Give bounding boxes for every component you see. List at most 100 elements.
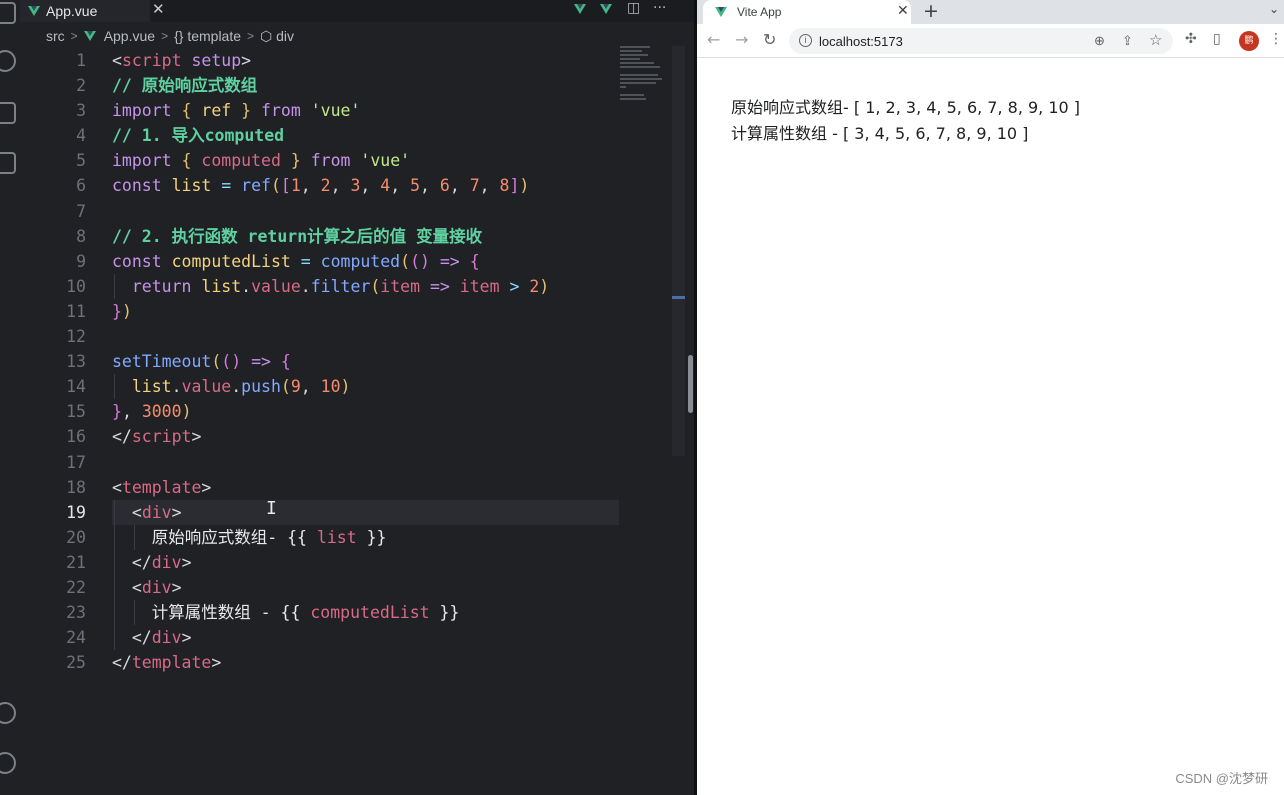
tab-search-chevron-icon[interactable]: ⌄ (1269, 2, 1279, 16)
search-icon[interactable] (0, 50, 16, 72)
zoom-icon[interactable]: ⊕ (1094, 33, 1105, 49)
code-text[interactable]: 原始响应式数组- {{ list }} (112, 525, 387, 550)
code-text[interactable]: </div> (112, 550, 192, 575)
split-editor-icon[interactable]: ◫ (627, 0, 640, 16)
code-line[interactable]: 18 <template> (30, 475, 630, 500)
code-line[interactable]: 1 <script setup> (30, 48, 630, 73)
extensions-puzzle-icon[interactable]: ✣ (1185, 31, 1197, 47)
breadcrumb-file[interactable]: App.vue (104, 28, 155, 44)
vue-preview-icon[interactable] (600, 4, 612, 14)
code-text[interactable]: // 1. 导入computed (112, 123, 284, 148)
code-line[interactable]: 2 // 原始响应式数组 (30, 73, 630, 98)
line-number: 20 (66, 527, 86, 547)
code-line[interactable]: 11}) (30, 299, 630, 324)
share-icon[interactable]: ⇪ (1122, 33, 1133, 49)
line-number: 21 (66, 552, 86, 572)
line-number: 5 (76, 151, 86, 171)
code-line[interactable]: 22 <div> (30, 574, 630, 601)
new-tab-button[interactable]: + (923, 0, 939, 22)
code-text[interactable]: }) (112, 299, 132, 324)
code-line[interactable]: 5 import { computed } from 'vue' (30, 148, 630, 173)
breadcrumb-template[interactable]: {} template (174, 28, 241, 44)
run-debug-icon[interactable] (0, 102, 16, 124)
code-line[interactable]: 8 // 2. 执行函数 return计算之后的值 变量接收 (30, 224, 630, 249)
code-text[interactable]: const list = ref([1, 2, 3, 4, 5, 6, 7, 8… (112, 173, 529, 198)
line-number: 15 (66, 402, 86, 422)
code-text[interactable]: 计算属性数组 - {{ computedList }} (112, 600, 460, 625)
code-text[interactable]: </template> (112, 650, 221, 675)
code-line[interactable]: 13 setTimeout(() => { (30, 349, 630, 374)
code-line[interactable]: 4 // 1. 导入computed (30, 123, 630, 148)
line-number: 9 (76, 251, 86, 271)
code-text[interactable]: setTimeout(() => { (112, 349, 291, 374)
back-icon[interactable]: ← (707, 30, 720, 49)
side-panel-icon[interactable]: ▯ (1213, 31, 1221, 47)
chevron-right-icon: > (247, 29, 255, 43)
line-number: 11 (66, 301, 86, 321)
watermark: CSDN @沈梦研 (1175, 771, 1268, 786)
code-line[interactable]: 23 计算属性数组 - {{ computedList }} (30, 600, 630, 626)
line-number: 3 (76, 101, 86, 121)
code-line[interactable]: 12 (30, 324, 630, 349)
code-line[interactable]: 7 (30, 199, 630, 224)
line-number: 19 (66, 502, 86, 522)
code-line[interactable]: 24 </div> (30, 625, 630, 651)
breadcrumb-src[interactable]: src (46, 28, 65, 44)
overview-ruler[interactable] (672, 46, 685, 456)
code-area[interactable]: 1 <script setup> 2 // 原始响应式数组 3 import { ref … (30, 48, 630, 675)
tab-label: App.vue (46, 3, 98, 19)
settings-gear-icon[interactable] (0, 752, 16, 774)
code-line[interactable]: 16 </script> (30, 424, 630, 449)
browser-menu-icon[interactable]: ⋮ (1269, 31, 1283, 47)
code-line[interactable]: 25 </template> (30, 650, 630, 675)
code-text[interactable]: <div> (112, 575, 182, 600)
code-line[interactable]: 19 <div> (30, 499, 630, 525)
code-text[interactable]: list.value.push(9, 10) (112, 374, 351, 399)
browser-tab-title: Vite App (737, 5, 782, 19)
tab-close-icon[interactable]: ✕ (152, 0, 165, 18)
code-text[interactable]: return list.value.filter(item => item > … (112, 274, 549, 299)
code-line[interactable]: 20 原始响应式数组- {{ list }} (30, 524, 630, 550)
profile-avatar[interactable]: 鹏 (1239, 31, 1259, 51)
code-line[interactable]: 6 const list = ref([1, 2, 3, 4, 5, 6, 7, … (30, 173, 630, 198)
code-text[interactable]: <template> (112, 475, 211, 500)
code-text[interactable]: <div> (112, 500, 182, 525)
vue-file-icon (28, 6, 40, 16)
code-line[interactable]: 9 const computedList = computed(() => { (30, 249, 630, 274)
code-text[interactable]: import { ref } from 'vue' (112, 98, 360, 123)
line-number: 22 (66, 577, 86, 597)
code-editor: App.vue ✕ ◫ ··· src > App.vue > {} templ… (0, 0, 697, 795)
code-line[interactable]: 21 </div> (30, 549, 630, 575)
browser-tab-vite-app[interactable]: Vite App ✕ (703, 0, 911, 24)
address-bar[interactable]: i localhost:5173 ⊕ ⇪ ☆ (789, 28, 1173, 54)
code-text[interactable]: </div> (112, 625, 192, 650)
code-line[interactable]: 15 }, 3000) (30, 399, 630, 424)
code-text[interactable]: }, 3000) (112, 399, 192, 424)
explorer-icon[interactable] (0, 2, 16, 24)
editor-scrollbar-thumb[interactable] (688, 355, 693, 413)
extensions-icon[interactable] (0, 152, 16, 174)
code-line[interactable]: 3 import { ref } from 'vue' (30, 98, 630, 123)
forward-icon[interactable]: → (735, 30, 748, 49)
vue-devtools-icon[interactable] (574, 4, 586, 14)
code-text[interactable]: const computedList = computed(() => { (112, 249, 480, 274)
address-url[interactable]: localhost:5173 (819, 34, 903, 49)
reload-icon[interactable]: ↻ (763, 30, 776, 49)
site-info-icon[interactable]: i (799, 34, 812, 47)
line-number: 24 (66, 628, 86, 648)
account-icon[interactable] (0, 702, 16, 724)
code-line[interactable]: 17 (30, 450, 630, 475)
minimap[interactable] (620, 46, 670, 106)
code-text[interactable]: </script> (112, 424, 201, 449)
code-line[interactable]: 14 list.value.push(9, 10) (30, 374, 630, 400)
code-text[interactable]: // 原始响应式数组 (112, 73, 257, 98)
code-line[interactable]: 10 return list.value.filter(item => item… (30, 273, 630, 299)
bookmark-star-icon[interactable]: ☆ (1149, 31, 1162, 49)
code-text[interactable]: import { computed } from 'vue' (112, 148, 410, 173)
more-actions-icon[interactable]: ··· (653, 0, 666, 16)
breadcrumb-div[interactable]: ⬡ div (260, 28, 294, 45)
close-tab-icon[interactable]: ✕ (897, 2, 909, 19)
tab-app-vue[interactable]: App.vue ✕ (20, 0, 165, 22)
code-text[interactable]: // 2. 执行函数 return计算之后的值 变量接收 (112, 224, 482, 249)
code-text[interactable]: <script setup> (112, 48, 251, 73)
